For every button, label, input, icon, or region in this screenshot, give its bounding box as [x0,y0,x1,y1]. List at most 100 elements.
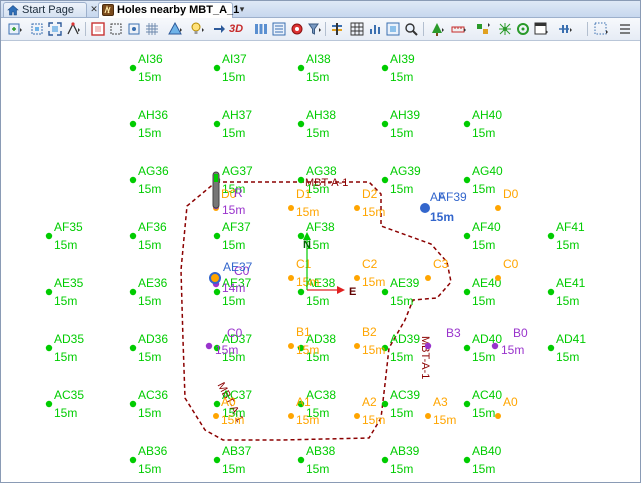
hole-marker[interactable] [213,232,221,240]
hole-marker[interactable] [425,275,431,281]
hole-marker[interactable] [297,456,305,464]
pan-icon[interactable] [65,21,81,37]
hole-marker[interactable] [213,456,221,464]
ruler-icon[interactable] [451,21,467,37]
settings-icon[interactable] [289,21,305,37]
hole-marker[interactable] [547,232,555,240]
hole-marker[interactable] [547,288,555,296]
hole-marker[interactable] [213,400,221,408]
bars-icon[interactable] [329,21,345,37]
window-icon[interactable] [533,21,549,37]
hole-marker[interactable] [129,456,137,464]
chart-icon[interactable] [367,21,383,37]
hole-marker[interactable] [297,288,305,296]
triangle-icon[interactable] [167,21,183,37]
hole-marker[interactable] [463,232,471,240]
hole-marker[interactable] [213,288,221,296]
options-icon[interactable] [617,21,633,37]
hole-marker[interactable] [45,232,53,240]
hole-marker[interactable] [381,456,389,464]
hole-marker[interactable] [495,205,501,211]
hole-marker[interactable] [129,344,137,352]
hole-marker[interactable] [288,413,294,419]
view-3d-icon[interactable]: 3D [229,21,249,37]
light-icon[interactable] [211,21,227,37]
select-area-icon[interactable] [29,21,45,37]
hole-marker[interactable] [463,288,471,296]
hole-marker[interactable] [424,342,432,350]
hole-marker[interactable] [463,456,471,464]
hole-marker[interactable] [297,176,305,184]
hole-marker[interactable] [491,342,499,350]
hole-marker[interactable] [45,288,53,296]
hole-marker[interactable] [209,272,221,284]
bulb-icon[interactable] [189,21,205,37]
hole-marker[interactable] [129,232,137,240]
hole-marker[interactable] [425,413,431,419]
hole-marker[interactable] [381,120,389,128]
hole-marker[interactable] [381,400,389,408]
flow-icon[interactable] [557,21,573,37]
grid-snap-icon[interactable] [126,21,142,37]
hole-marker[interactable] [381,288,389,296]
table-icon[interactable] [349,21,365,37]
grid-icon[interactable] [144,21,160,37]
filter-icon[interactable] [307,21,323,37]
hole-marker[interactable] [129,400,137,408]
dotted-icon[interactable] [593,21,609,37]
hole-marker[interactable] [547,344,555,352]
hole-depth-label: 15m [222,203,245,217]
hole-map[interactable]: MBT-A-1MBT-A-1MBT-A-1AI3615mAI3715mAI381… [1,41,640,481]
hole-marker[interactable] [205,342,213,350]
tab-label: Holes nearby MBT_A_1 [117,4,240,16]
hole-marker[interactable] [381,64,389,72]
ring-icon[interactable] [515,21,531,37]
hole-depth-label: 15m [362,275,385,289]
hole-marker[interactable] [45,344,53,352]
hole-marker[interactable] [297,64,305,72]
hole-marker[interactable] [354,343,360,349]
zoom-icon[interactable] [403,21,419,37]
map-canvas[interactable]: MBT-A-1 MBT-A-1 MBT-A-1 AI36 15m AI37 15m AI38 1… [1,41,640,481]
zoom-extents-icon[interactable] [47,21,63,37]
plan-icon[interactable] [385,21,401,37]
hole-marker[interactable] [463,120,471,128]
hole-marker[interactable] [463,400,471,408]
hole-label: AC35 [54,388,84,402]
hole-marker[interactable] [45,400,53,408]
hole-marker[interactable] [381,176,389,184]
hole-marker[interactable] [288,275,294,281]
hole-marker[interactable] [213,120,221,128]
hole-label: B2 [362,325,377,339]
hole-marker[interactable] [354,275,360,281]
new-hole-icon[interactable] [7,21,23,37]
select-icon[interactable] [108,21,124,37]
hole-marker[interactable] [420,203,430,213]
tab-dropdown-icon[interactable]: ▾ [237,4,247,14]
hole-marker[interactable] [288,205,294,211]
hole-marker[interactable] [129,64,137,72]
hole-marker[interactable] [129,176,137,184]
tab-start-page[interactable]: Start Page [3,2,87,17]
network-icon[interactable] [497,21,513,37]
columns-icon[interactable] [253,21,269,37]
hole-marker[interactable] [129,288,137,296]
hole-marker[interactable] [463,176,471,184]
hole-label: AD36 [138,332,168,346]
hole-marker[interactable] [354,205,360,211]
hole-depth-label: 15m [501,343,524,357]
hole-marker[interactable] [129,120,137,128]
hole-marker[interactable] [213,413,219,419]
tab-holes-nearby[interactable]: Holes nearby MBT_A_1 [98,2,239,18]
hole-marker[interactable] [495,275,501,281]
hole-marker[interactable] [297,120,305,128]
hole-marker[interactable] [213,64,221,72]
hole-marker[interactable] [288,343,294,349]
hole-marker[interactable] [463,344,471,352]
tree-icon[interactable] [429,21,445,37]
frame-icon[interactable] [90,21,106,37]
hole-marker[interactable] [495,413,501,419]
layers-icon[interactable] [271,21,287,37]
link-icon[interactable] [475,21,491,37]
hole-marker[interactable] [354,413,360,419]
